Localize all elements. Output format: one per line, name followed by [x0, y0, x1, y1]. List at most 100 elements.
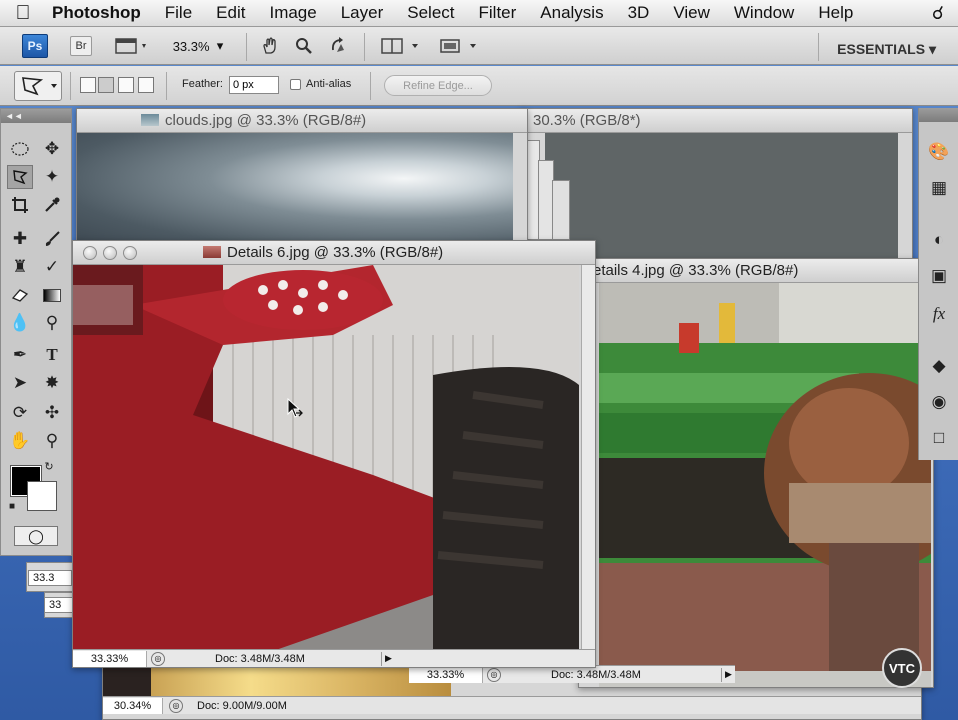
- new-selection-icon[interactable]: [80, 77, 96, 93]
- zoom-tool-icon[interactable]: ⚲: [39, 429, 65, 453]
- clone-stamp-icon[interactable]: ♜: [7, 255, 33, 279]
- color-panel-icon[interactable]: 🎨: [927, 140, 951, 164]
- intersect-selection-icon[interactable]: [138, 77, 154, 93]
- masks-panel-icon[interactable]: ▣: [927, 264, 951, 288]
- adjustments-panel-icon[interactable]: ◐: [927, 228, 951, 252]
- layers-panel-icon[interactable]: ◆: [927, 354, 951, 378]
- document-window-details-6[interactable]: Details 6.jpg @ 33.3% (RGB/8#) 33.33% ◎ …: [72, 240, 596, 668]
- close-button[interactable]: [83, 246, 97, 260]
- 3d-rotate-icon[interactable]: ⟳: [7, 401, 33, 425]
- menu-window[interactable]: Window: [722, 3, 806, 23]
- doc-size: Doc: 3.48M/3.48M: [551, 668, 641, 681]
- view-extras-icon[interactable]: [112, 35, 152, 57]
- window-title[interactable]: 30.3% (RGB/8*): [521, 109, 912, 133]
- brush-tool-icon[interactable]: [39, 227, 65, 251]
- background-color-swatch[interactable]: [27, 481, 57, 511]
- move-cursor-icon: [286, 397, 306, 420]
- rotate-view-icon[interactable]: [326, 35, 352, 57]
- zoom-field[interactable]: 33.33%: [409, 666, 483, 683]
- document-window-details-4[interactable]: etails 4.jpg @ 33.3% (RGB/8#) 33.33% ◎ D…: [409, 258, 934, 688]
- magic-wand-icon[interactable]: ✦: [39, 165, 65, 189]
- antialias-checkbox[interactable]: [290, 79, 301, 90]
- tools-panel: ◄◄ ✥ ✦ ✚ ♜ ✓ 💧 ⚲ ✒ T ➤ ✸ ⟳ ✣ ✋ ⚲ ↻ ■ ◯: [0, 108, 72, 556]
- menu-layer[interactable]: Layer: [329, 3, 396, 23]
- crop-tool-icon[interactable]: [7, 193, 33, 217]
- pen-tool-icon[interactable]: ✒: [7, 343, 33, 367]
- quick-mask-button[interactable]: ◯: [14, 526, 58, 546]
- channels-panel-icon[interactable]: ◉: [927, 390, 951, 414]
- refine-edge-button[interactable]: Refine Edge...: [384, 75, 492, 96]
- history-brush-icon[interactable]: ✓: [39, 255, 65, 279]
- window-title[interactable]: clouds.jpg @ 33.3% (RGB/8#): [77, 109, 527, 133]
- menu-edit[interactable]: Edit: [204, 3, 257, 23]
- tools-panel-header[interactable]: ◄◄: [1, 109, 71, 123]
- default-colors-icon[interactable]: ■: [5, 499, 19, 513]
- menu-analysis[interactable]: Analysis: [528, 3, 615, 23]
- menu-3d[interactable]: 3D: [616, 3, 662, 23]
- styles-panel-icon[interactable]: fx: [927, 302, 951, 326]
- status-menu-icon[interactable]: ◎: [487, 667, 501, 682]
- stacked-window-edge[interactable]: [552, 180, 570, 240]
- 3d-orbit-icon[interactable]: ✣: [39, 401, 65, 425]
- document-icon: [141, 114, 159, 126]
- dodge-tool-icon[interactable]: ⚲: [39, 311, 65, 335]
- antialias-label: Anti-alias: [306, 78, 352, 90]
- zoom-button[interactable]: [123, 246, 137, 260]
- menu-image[interactable]: Image: [257, 3, 328, 23]
- window-title[interactable]: Details 6.jpg @ 33.3% (RGB/8#): [73, 241, 595, 265]
- tool-preset-picker[interactable]: [14, 71, 62, 101]
- eraser-icon[interactable]: [7, 283, 33, 307]
- add-to-selection-icon[interactable]: [98, 77, 114, 93]
- subtract-selection-icon[interactable]: [118, 77, 134, 93]
- paths-panel-icon[interactable]: □: [927, 426, 951, 450]
- swap-colors-icon[interactable]: ↻: [41, 459, 57, 473]
- custom-shape-icon[interactable]: ✸: [39, 371, 65, 395]
- blur-tool-icon[interactable]: 💧: [7, 311, 33, 335]
- type-tool-icon[interactable]: T: [39, 343, 65, 367]
- ps-badge[interactable]: Ps: [22, 34, 48, 58]
- zoom-field[interactable]: 33.33%: [73, 650, 147, 667]
- hand-tool-icon[interactable]: ✋: [7, 429, 33, 453]
- magnifier-icon[interactable]: ☌: [932, 3, 944, 24]
- dock-header[interactable]: [919, 108, 958, 122]
- lasso-tool-icon[interactable]: [7, 165, 33, 189]
- application-bar: Ps Br 33.3% ▾ ESSENTIALS ▾: [0, 27, 958, 65]
- apple-icon[interactable]: : [0, 2, 46, 25]
- image-canvas: [599, 283, 931, 687]
- feather-input[interactable]: [229, 76, 279, 94]
- zoom-field[interactable]: 30.34%: [103, 697, 163, 714]
- bridge-button[interactable]: Br: [70, 36, 92, 56]
- eyedropper-icon[interactable]: [39, 193, 65, 217]
- path-selection-icon[interactable]: ➤: [7, 371, 33, 395]
- document-window-clouds[interactable]: clouds.jpg @ 33.3% (RGB/8#): [76, 108, 528, 248]
- menu-bar:  Photoshop File Edit Image Layer Select…: [0, 0, 958, 27]
- status-arrow-icon[interactable]: ▶: [381, 651, 395, 666]
- screen-mode-button[interactable]: [436, 35, 482, 57]
- app-menu[interactable]: Photoshop: [46, 3, 153, 23]
- move-tool-icon[interactable]: ✥: [39, 137, 65, 161]
- arrange-documents-button[interactable]: [378, 35, 424, 57]
- image-canvas: [545, 133, 898, 267]
- window-title[interactable]: etails 4.jpg @ 33.3% (RGB/8#): [579, 259, 933, 283]
- menu-file[interactable]: File: [153, 3, 204, 23]
- workspace-switcher[interactable]: ESSENTIALS ▾: [837, 38, 936, 60]
- healing-brush-icon[interactable]: ✚: [7, 227, 33, 251]
- status-menu-icon[interactable]: ◎: [151, 651, 165, 666]
- minimize-button[interactable]: [103, 246, 117, 260]
- gradient-tool-icon[interactable]: [39, 283, 65, 307]
- menu-help[interactable]: Help: [806, 3, 865, 23]
- tractor-photo: [599, 283, 931, 671]
- status-menu-icon[interactable]: ◎: [169, 698, 183, 713]
- zoom-tool-icon[interactable]: [292, 35, 316, 57]
- menu-view[interactable]: View: [661, 3, 722, 23]
- status-arrow-icon[interactable]: ▶: [721, 667, 735, 682]
- image-canvas: [77, 133, 513, 247]
- hand-tool-icon[interactable]: [258, 35, 282, 57]
- menu-select[interactable]: Select: [395, 3, 466, 23]
- zoom-level-select[interactable]: 33.3% ▾: [166, 35, 230, 57]
- status-bar: 33.33% ◎ Doc: 3.48M/3.48M ▶: [73, 649, 595, 667]
- menu-filter[interactable]: Filter: [467, 3, 529, 23]
- vertical-scrollbar[interactable]: [581, 265, 595, 649]
- marquee-tool-icon[interactable]: [7, 137, 33, 161]
- swatches-panel-icon[interactable]: ▦: [927, 176, 951, 200]
